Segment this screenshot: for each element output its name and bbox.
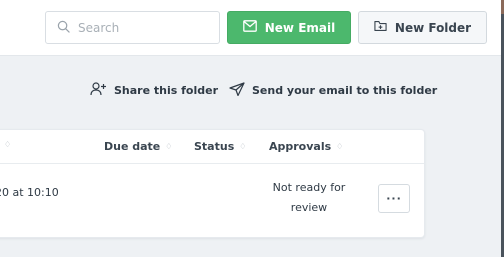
search-icon bbox=[57, 18, 70, 37]
column-header-due-date[interactable]: Due date ♢ bbox=[104, 140, 172, 153]
ellipsis-icon: ··· bbox=[386, 192, 402, 205]
paper-plane-icon bbox=[229, 82, 252, 99]
email-table: ♢ Due date ♢ Status ♢ Approvals ♢ 20 at … bbox=[0, 129, 425, 238]
sort-icon: ♢ bbox=[239, 142, 247, 151]
new-folder-label: New Folder bbox=[394, 20, 472, 35]
search-input[interactable] bbox=[78, 20, 208, 35]
send-email-to-folder-link[interactable]: Send your email to this folder bbox=[229, 82, 437, 99]
sort-icon: ♢ bbox=[4, 140, 12, 149]
table-header: ♢ Due date ♢ Status ♢ Approvals ♢ bbox=[0, 130, 424, 164]
status-label: Status bbox=[194, 140, 235, 153]
sort-icon: ♢ bbox=[165, 142, 173, 151]
envelope-icon bbox=[242, 20, 265, 35]
search-box[interactable] bbox=[45, 11, 220, 44]
new-email-button[interactable]: New Email bbox=[227, 11, 351, 44]
table-row[interactable]: 20 at 10:10 Not ready for review ··· bbox=[0, 164, 424, 238]
column-header-approvals[interactable]: Approvals ♢ bbox=[269, 140, 343, 153]
share-folder-label: Share this folder bbox=[114, 84, 219, 97]
folder-plus-icon bbox=[374, 20, 395, 35]
column-header-status[interactable]: Status ♢ bbox=[194, 140, 246, 153]
top-toolbar: New Email New Folder bbox=[0, 0, 504, 56]
new-folder-button[interactable]: New Folder bbox=[358, 11, 487, 44]
more-options-button[interactable]: ··· bbox=[378, 184, 410, 213]
add-user-icon bbox=[90, 82, 114, 99]
send-email-label: Send your email to this folder bbox=[252, 84, 438, 97]
share-folder-link[interactable]: Share this folder bbox=[90, 82, 218, 99]
new-email-label: New Email bbox=[264, 20, 336, 35]
folder-actions-bar: Share this folder Send your email to thi… bbox=[0, 82, 504, 102]
column-header-partial[interactable]: ♢ bbox=[0, 140, 11, 149]
row-date: 20 at 10:10 bbox=[0, 186, 59, 199]
approvals-label: Approvals bbox=[269, 140, 332, 153]
due-date-label: Due date bbox=[104, 140, 161, 153]
approval-status: Not ready for review bbox=[272, 181, 346, 214]
sort-icon: ♢ bbox=[336, 142, 344, 151]
